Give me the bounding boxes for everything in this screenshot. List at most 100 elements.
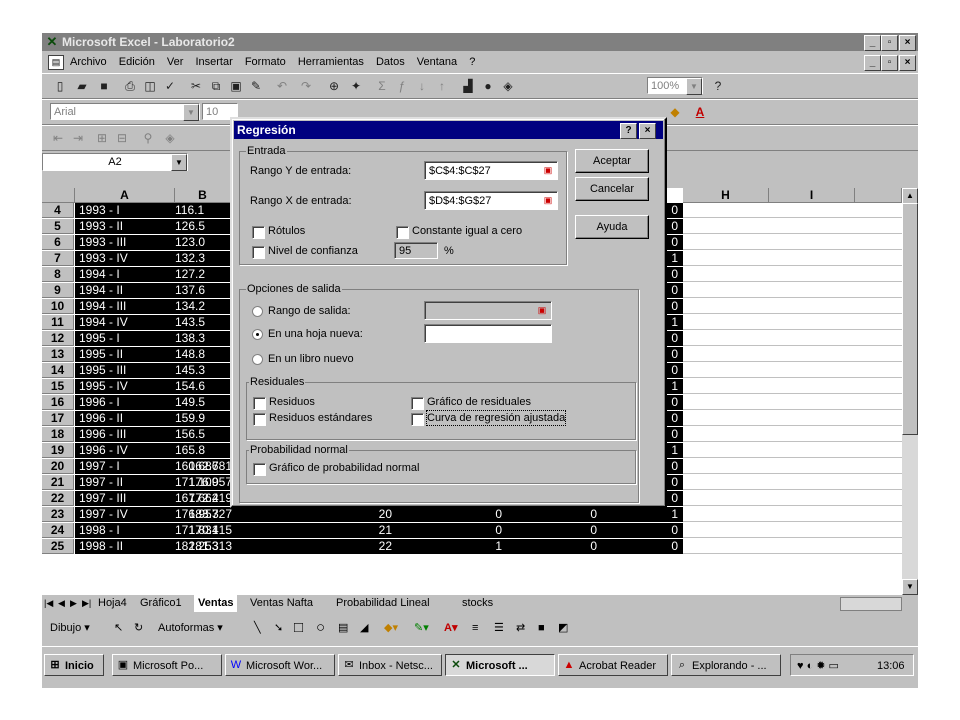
tab-last-icon[interactable]: ▶| [82, 595, 91, 612]
cell-b[interactable]: 165.8 [175, 443, 205, 458]
cell-a[interactable]: 1994 - I [79, 267, 120, 282]
cell-a[interactable]: 1998 - II [79, 539, 123, 554]
cell-a[interactable]: 1993 - IV [79, 251, 128, 266]
doc-restore-button[interactable]: ▫ [881, 55, 898, 71]
diamond-icon[interactable]: ◈ [162, 130, 178, 146]
row-header[interactable]: 13 [42, 347, 74, 362]
empty-cells[interactable] [683, 363, 902, 378]
row-header[interactable]: 16 [42, 395, 74, 410]
row-header[interactable]: 14 [42, 363, 74, 378]
cell-g[interactable]: 0 [671, 459, 678, 474]
empty-cells[interactable] [683, 395, 902, 410]
font-name-combo[interactable]: Arial ▼ [50, 103, 200, 121]
rango-salida-input[interactable]: ▣ [424, 301, 552, 320]
start-button[interactable]: ⊞ Inicio [44, 654, 104, 676]
cell-d[interactable]: 22 [379, 539, 392, 554]
name-box[interactable]: A2 ▼ [42, 153, 188, 171]
cell-b[interactable]: 126.5 [175, 219, 205, 234]
rango-x-input[interactable]: $D$4:$G$27 ▣ [424, 191, 558, 210]
cell-g[interactable]: 0 [671, 491, 678, 506]
cell-g[interactable]: 1 [671, 251, 678, 266]
row-header[interactable]: 22 [42, 491, 74, 506]
close-button[interactable]: × [899, 35, 916, 51]
grafico-probabilidad-checkbox[interactable] [253, 463, 266, 476]
hyperlink-icon[interactable]: ⊕ [326, 78, 342, 94]
menu-ventana[interactable]: Ventana [417, 56, 457, 68]
zoom-combo[interactable]: 100% ▼ [647, 77, 703, 95]
tray-icons[interactable]: ♥ ◐ ✹ ▭ [797, 655, 839, 675]
cell-f[interactable]: 0 [590, 507, 597, 522]
cell-e[interactable]: 0 [495, 507, 502, 522]
tab-prev-icon[interactable]: ◀ [58, 595, 65, 612]
function-icon[interactable]: ƒ [394, 78, 410, 94]
cell-g[interactable]: 0 [671, 475, 678, 490]
cell-g[interactable]: 0 [671, 235, 678, 250]
cell-a[interactable]: 1994 - II [79, 283, 123, 298]
sort-asc-icon[interactable]: ↓ [414, 78, 430, 94]
rotulos-checkbox[interactable] [252, 226, 265, 239]
empty-cells[interactable] [683, 283, 902, 298]
collapse-dialog-icon[interactable]: ▣ [541, 164, 555, 176]
workbook-icon[interactable]: ▤ [48, 55, 64, 70]
cell-a[interactable]: 1997 - II [79, 475, 123, 490]
drawing-icon[interactable]: ◈ [500, 78, 516, 94]
dialog-titlebar[interactable]: Regresión ? × [234, 121, 663, 139]
cell-d[interactable]: 21 [379, 523, 392, 538]
row-header[interactable]: 15 [42, 379, 74, 394]
cell-b[interactable]: 134.2 [175, 299, 205, 314]
empty-cells[interactable] [683, 219, 902, 234]
cell-g[interactable]: 0 [671, 267, 678, 282]
fill-color-icon[interactable]: ◆ [667, 104, 683, 120]
cell-g[interactable]: 0 [671, 539, 678, 554]
collapse-dialog-icon[interactable]: ▣ [535, 304, 549, 316]
row-header[interactable]: 10 [42, 299, 74, 314]
arrow-icon[interactable]: ➘ [274, 615, 283, 641]
cell-f[interactable]: 0 [590, 539, 597, 554]
cell-c[interactable]: 172.419 [189, 491, 232, 506]
cell-b[interactable]: 116.1 [175, 203, 204, 218]
cell-a[interactable]: 1998 - I [79, 523, 120, 538]
oval-icon[interactable]: ○ [316, 615, 325, 641]
shadow-icon[interactable]: ■ [538, 615, 545, 641]
empty-cells[interactable] [683, 523, 902, 538]
scroll-thumb[interactable] [902, 203, 918, 435]
link-icon[interactable]: ⚲ [140, 130, 156, 146]
cell-c[interactable]: 181.313 [189, 539, 232, 554]
empty-cells[interactable] [683, 491, 902, 506]
cell-c[interactable]: 183.327 [189, 507, 232, 522]
empty-cells[interactable] [683, 331, 902, 346]
aceptar-button[interactable]: Aceptar [575, 149, 649, 173]
textbox-icon[interactable]: ▤ [338, 615, 348, 641]
task-word[interactable]: W Microsoft Wor... [225, 654, 335, 676]
libro-nuevo-radio[interactable] [252, 354, 263, 365]
redo-icon[interactable]: ↷ [298, 78, 314, 94]
rectangle-icon[interactable]: □ [294, 615, 303, 641]
collapse-dialog-icon[interactable]: ▣ [541, 194, 555, 206]
select-all-corner[interactable] [42, 188, 75, 203]
menu-insertar[interactable]: Insertar [195, 56, 232, 68]
cell-a[interactable]: 1996 - II [79, 411, 123, 426]
window-titlebar[interactable]: ✕ Microsoft Excel - Laboratorio2 _ ▫ × [42, 33, 918, 51]
chevron-down-icon[interactable]: ▼ [183, 104, 199, 121]
selected-range[interactable]: 1998 - I 171.831 170.415 21 0 0 0 [75, 523, 683, 538]
line-style-icon[interactable]: ≡ [472, 615, 478, 641]
cell-c[interactable]: 170.415 [189, 523, 232, 538]
cut-icon[interactable]: ✂ [188, 78, 204, 94]
cell-g[interactable]: 0 [671, 347, 678, 362]
column-header[interactable] [855, 188, 902, 203]
row-header[interactable]: 20 [42, 459, 74, 474]
chevron-down-icon[interactable]: ▼ [686, 78, 702, 95]
cell-g[interactable]: 0 [671, 523, 678, 538]
maximize-button[interactable]: ▫ [881, 35, 898, 51]
excel-app-icon[interactable]: ✕ [45, 35, 59, 49]
curva-regresion-checkbox[interactable] [411, 413, 424, 426]
cell-g[interactable]: 0 [671, 427, 678, 442]
cell-g[interactable]: 0 [671, 411, 678, 426]
map-icon[interactable]: ● [480, 78, 496, 94]
cell-g[interactable]: 0 [671, 283, 678, 298]
empty-cells[interactable] [683, 203, 902, 218]
web-toolbar-icon[interactable]: ✦ [348, 78, 364, 94]
empty-cells[interactable] [683, 459, 902, 474]
hoja-nueva-input[interactable] [424, 324, 552, 343]
nivel-confianza-input[interactable]: 95 [394, 242, 438, 259]
